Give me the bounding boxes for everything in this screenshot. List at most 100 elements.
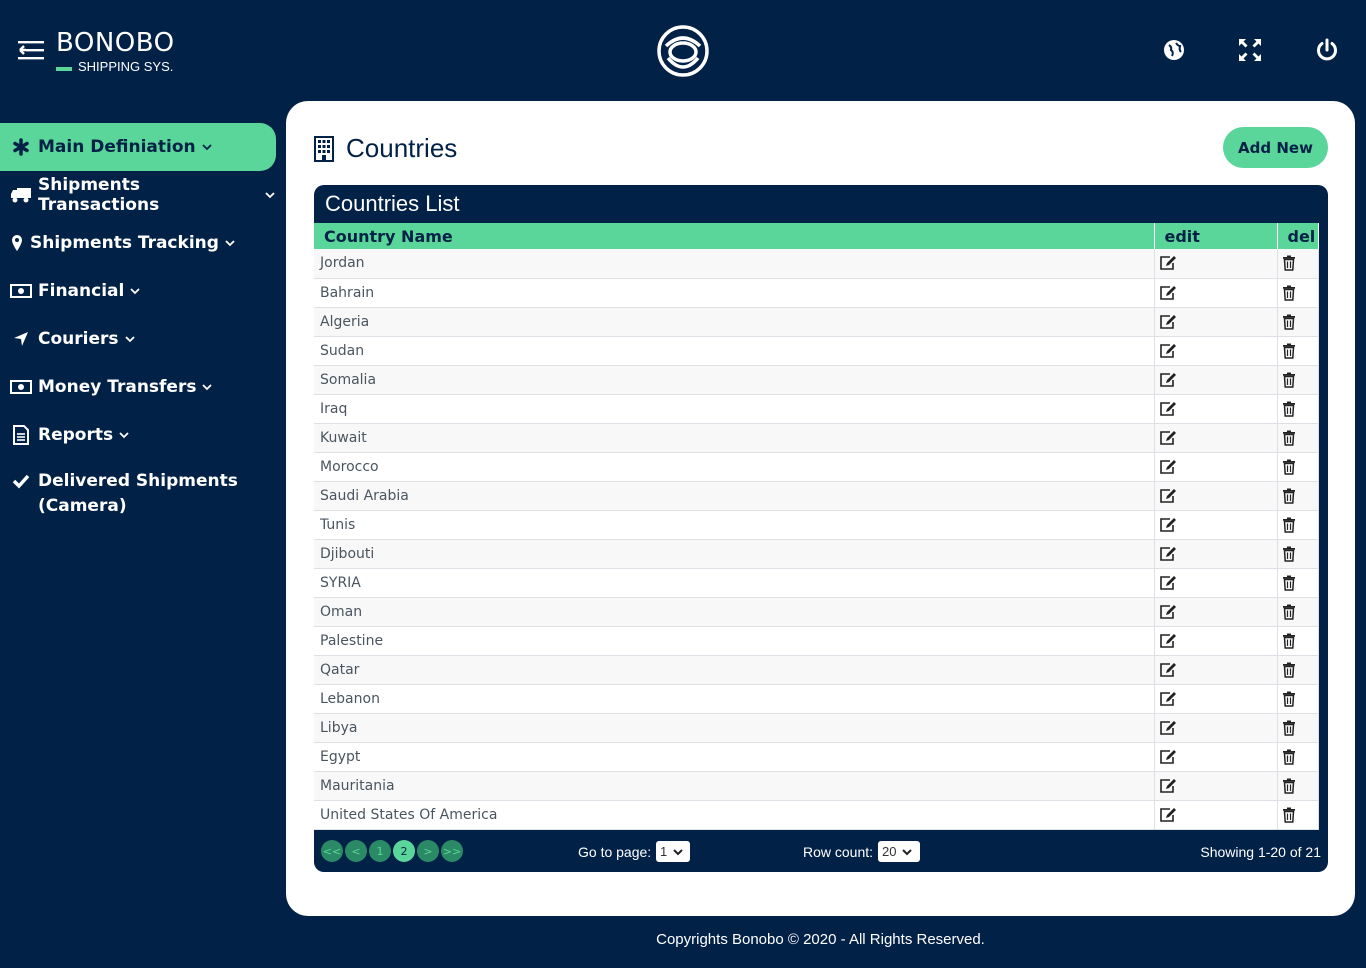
- brand[interactable]: BONOBO SHIPPING SYS.: [56, 28, 175, 74]
- table-row: Bahrain: [314, 278, 1319, 308]
- pager-button[interactable]: >>: [441, 840, 463, 862]
- sidebar-item-reports[interactable]: Reports: [0, 411, 276, 459]
- goto-page-select[interactable]: 1: [656, 841, 690, 862]
- country-name-cell: Libya: [314, 713, 1155, 743]
- globe-icon[interactable]: [1162, 38, 1186, 62]
- pager-button[interactable]: <: [345, 840, 367, 862]
- sidebar-item-financial[interactable]: Financial: [0, 267, 276, 315]
- sidebar-item-shipments-tracking[interactable]: Shipments Tracking: [0, 219, 276, 267]
- edit-icon[interactable]: [1159, 343, 1277, 359]
- trash-icon[interactable]: [1282, 662, 1318, 678]
- delete-cell: [1277, 539, 1319, 569]
- edit-icon[interactable]: [1159, 517, 1277, 533]
- trash-icon[interactable]: [1282, 488, 1318, 504]
- pager-button[interactable]: 2: [393, 840, 415, 862]
- sidebar-item-label: Reports: [38, 425, 114, 445]
- pager-button[interactable]: >: [417, 840, 439, 862]
- row-count-value: 20: [882, 844, 897, 859]
- edit-icon[interactable]: [1159, 633, 1277, 649]
- trash-icon[interactable]: [1282, 749, 1318, 765]
- pager-button[interactable]: 1: [369, 840, 391, 862]
- map-marker-icon: [10, 233, 24, 253]
- fullscreen-icon[interactable]: [1238, 38, 1262, 62]
- trash-icon[interactable]: [1282, 372, 1318, 388]
- trash-icon[interactable]: [1282, 720, 1318, 736]
- edit-cell: [1154, 423, 1278, 453]
- edit-cell: [1154, 568, 1278, 598]
- delete-cell: [1277, 394, 1319, 424]
- chevron-down-icon: [902, 844, 913, 859]
- edit-icon[interactable]: [1159, 691, 1277, 707]
- top-bar: BONOBO SHIPPING SYS.: [0, 0, 1366, 100]
- trash-icon[interactable]: [1282, 343, 1318, 359]
- sidebar-item-main-definiation[interactable]: Main Definiation: [0, 123, 276, 171]
- trash-icon[interactable]: [1282, 807, 1318, 823]
- delete-cell: [1277, 423, 1319, 453]
- menu-toggle-icon[interactable]: [16, 38, 46, 62]
- country-name-cell: United States Of America: [314, 800, 1155, 830]
- edit-icon[interactable]: [1159, 807, 1277, 823]
- table-row: Lebanon: [314, 684, 1319, 714]
- country-name-cell: Palestine: [314, 626, 1155, 656]
- table-row: Qatar: [314, 655, 1319, 685]
- trash-icon[interactable]: [1282, 401, 1318, 417]
- edit-icon[interactable]: [1159, 314, 1277, 330]
- edit-icon[interactable]: [1159, 662, 1277, 678]
- edit-icon[interactable]: [1159, 430, 1277, 446]
- country-name-cell: Kuwait: [314, 423, 1155, 453]
- chevron-down-icon: [118, 429, 130, 441]
- table-row: Iraq: [314, 394, 1319, 424]
- edit-icon[interactable]: [1159, 459, 1277, 475]
- sidebar-item-shipments-transactions[interactable]: Shipments Transactions: [0, 171, 276, 219]
- trash-icon[interactable]: [1282, 546, 1318, 562]
- edit-icon[interactable]: [1159, 285, 1277, 301]
- power-icon[interactable]: [1315, 38, 1339, 62]
- edit-icon[interactable]: [1159, 575, 1277, 591]
- delete-cell: [1277, 655, 1319, 685]
- trash-icon[interactable]: [1282, 633, 1318, 649]
- pager-button[interactable]: <<: [321, 840, 343, 862]
- edit-icon[interactable]: [1159, 720, 1277, 736]
- edit-cell: [1154, 394, 1278, 424]
- table-row: Oman: [314, 597, 1319, 627]
- sidebar-item-delivered-shipments[interactable]: Delivered Shipments (Camera): [0, 459, 276, 525]
- trash-icon[interactable]: [1282, 575, 1318, 591]
- trash-icon[interactable]: [1282, 285, 1318, 301]
- delete-cell: [1277, 713, 1319, 743]
- edit-icon[interactable]: [1159, 604, 1277, 620]
- edit-icon[interactable]: [1159, 401, 1277, 417]
- edit-icon[interactable]: [1159, 255, 1277, 271]
- sidebar-item-label: Main Definiation: [38, 137, 196, 157]
- sidebar-item-couriers[interactable]: Couriers: [0, 315, 276, 363]
- trash-icon[interactable]: [1282, 778, 1318, 794]
- chevron-down-icon: [129, 285, 141, 297]
- trash-icon[interactable]: [1282, 604, 1318, 620]
- table-row: SYRIA: [314, 568, 1319, 598]
- trash-icon[interactable]: [1282, 255, 1318, 271]
- add-new-button[interactable]: Add New: [1223, 127, 1328, 168]
- chevron-down-icon: [201, 381, 213, 393]
- trash-icon[interactable]: [1282, 430, 1318, 446]
- table-row: Tunis: [314, 510, 1319, 540]
- chevron-down-icon: [124, 333, 136, 345]
- edit-icon[interactable]: [1159, 749, 1277, 765]
- row-count-select[interactable]: 20: [878, 841, 920, 862]
- sidebar-item-money-transfers[interactable]: Money Transfers: [0, 363, 276, 411]
- edit-icon[interactable]: [1159, 546, 1277, 562]
- trash-icon[interactable]: [1282, 517, 1318, 533]
- trash-icon[interactable]: [1282, 314, 1318, 330]
- sidebar-item-label: (Camera): [38, 496, 127, 516]
- building-icon: [314, 135, 334, 162]
- edit-cell: [1154, 655, 1278, 685]
- table-row: Jordan: [314, 249, 1319, 279]
- country-name-cell: Morocco: [314, 452, 1155, 482]
- trash-icon[interactable]: [1282, 691, 1318, 707]
- column-header-country-name[interactable]: Country Name: [314, 223, 1155, 249]
- trash-icon[interactable]: [1282, 459, 1318, 475]
- delete-cell: [1277, 626, 1319, 656]
- edit-icon[interactable]: [1159, 372, 1277, 388]
- country-name-cell: Mauritania: [314, 771, 1155, 801]
- edit-icon[interactable]: [1159, 488, 1277, 504]
- table-row: Algeria: [314, 307, 1319, 337]
- edit-icon[interactable]: [1159, 778, 1277, 794]
